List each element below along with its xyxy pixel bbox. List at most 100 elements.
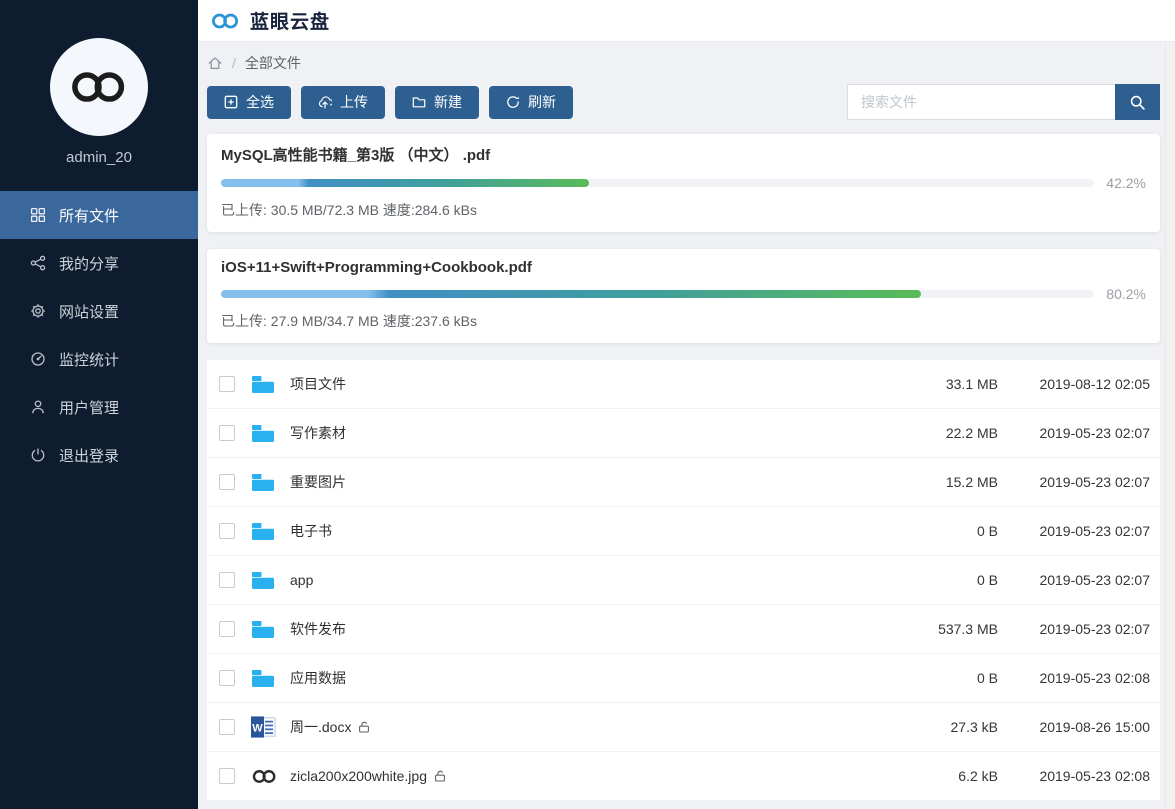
brand-rings-icon [68,69,130,105]
file-name[interactable]: 软件发布 [290,619,346,639]
sidebar: admin_20 所有文件 我的分享 网站设置 监控统计 用户管理 退出登录 [0,0,198,809]
grid-icon [30,207,46,223]
upload-button[interactable]: 上传 [301,85,385,119]
file-name[interactable]: zicla200x200white.jpg [290,768,446,784]
search-button[interactable] [1115,84,1160,120]
sidebar-item-label: 监控统计 [59,351,120,369]
cloud-upload-icon [318,96,332,109]
main-area: 蓝眼云盘 / 全部文件 全选 上传 新建 刷新 搜索文件 MySQL高性能书籍_… [198,0,1175,809]
breadcrumb: / 全部文件 [207,42,1160,84]
upload-percent: 80.2% [1106,286,1146,302]
table-row: 项目文件 33.1 MB 2019-08-12 02:05 [207,360,1160,409]
search-icon [1130,95,1145,110]
sidebar-item-site-settings[interactable]: 网站设置 [0,287,198,335]
row-checkbox[interactable] [219,523,235,539]
page-footer: English Powered by 蓝眼云盘 [207,801,1160,809]
breadcrumb-separator: / [232,55,236,71]
file-date: 2019-05-23 02:07 [1039,523,1150,539]
table-row: 应用数据 0 B 2019-05-23 02:08 [207,654,1160,703]
row-checkbox[interactable] [219,425,235,441]
file-list: 项目文件 33.1 MB 2019-08-12 02:05 写作素材 22.2 … [207,360,1160,801]
upload-status: 已上传: 30.5 MB/72.3 MB 速度:284.6 kBs [221,202,477,218]
row-checkbox[interactable] [219,621,235,637]
username: admin_20 [66,149,132,166]
select-all-button[interactable]: 全选 [207,85,291,119]
file-name[interactable]: 周一.docx [290,717,370,737]
file-size: 6.2 kB [958,768,998,784]
gauge-icon [31,352,45,366]
file-name[interactable]: 电子书 [290,521,332,541]
power-icon [31,448,45,462]
gear-icon [31,304,45,318]
file-name[interactable]: 应用数据 [290,668,346,688]
sidebar-item-label: 退出登录 [59,447,120,465]
sidebar-item-logout[interactable]: 退出登录 [0,431,198,479]
row-checkbox[interactable] [219,670,235,686]
brand-logo-icon [210,12,241,30]
upload-status: 已上传: 27.9 MB/34.7 MB 速度:237.6 kBs [221,313,477,329]
sidebar-item-label: 我的分享 [59,255,120,273]
avatar[interactable] [50,38,148,136]
upload-progress-track [221,179,1094,187]
sidebar-item-label: 网站设置 [59,303,120,321]
new-folder-button[interactable]: 新建 [395,85,479,119]
table-row: 电子书 0 B 2019-05-23 02:07 [207,507,1160,556]
scrollbar[interactable] [1165,43,1175,809]
sidebar-item-all-files[interactable]: 所有文件 [0,191,198,239]
unlock-icon [435,770,445,782]
file-name[interactable]: 重要图片 [290,472,346,492]
folder-icon [251,570,278,590]
file-size: 22.2 MB [945,425,998,441]
user-icon [32,400,44,414]
file-size: 0 B [976,670,998,686]
file-date: 2019-05-23 02:07 [1039,621,1150,637]
file-name[interactable]: app [290,572,313,588]
upload-card: MySQL高性能书籍_第3版 （中文） .pdf 42.2% 已上传: 30.5… [207,134,1160,232]
sidebar-item-monitoring[interactable]: 监控统计 [0,335,198,383]
sidebar-item-label: 用户管理 [59,399,120,417]
refresh-button[interactable]: 刷新 [489,85,573,119]
file-size: 0 B [976,523,998,539]
folder-outline-icon [412,97,426,108]
table-row: 周一.docx 27.3 kB 2019-08-26 15:00 [207,703,1160,752]
row-checkbox[interactable] [219,474,235,490]
sidebar-item-label: 所有文件 [59,207,120,225]
search-input[interactable] [847,84,1115,120]
row-checkbox[interactable] [219,376,235,392]
app-header: 蓝眼云盘 [198,0,1175,42]
file-size: 33.1 MB [945,376,998,392]
sidebar-menu: 所有文件 我的分享 网站设置 监控统计 用户管理 退出登录 [0,191,198,479]
file-name[interactable]: 写作素材 [290,423,346,443]
app-title: 蓝眼云盘 [250,12,331,33]
upload-filename: iOS+11+Swift+Programming+Cookbook.pdf [221,259,532,276]
folder-icon [251,619,278,639]
file-name[interactable]: 项目文件 [290,374,346,394]
sidebar-item-user-management[interactable]: 用户管理 [0,383,198,431]
breadcrumb-current[interactable]: 全部文件 [245,53,301,73]
table-row: 软件发布 537.3 MB 2019-05-23 02:07 [207,605,1160,654]
refresh-icon [507,96,519,108]
table-row: 重要图片 15.2 MB 2019-05-23 02:07 [207,458,1160,507]
upload-progress-track [221,290,1094,298]
file-date: 2019-05-23 02:08 [1039,670,1150,686]
file-size: 15.2 MB [945,474,998,490]
table-row: app 0 B 2019-05-23 02:07 [207,556,1160,605]
share-icon [30,255,46,271]
file-date: 2019-05-23 02:07 [1039,572,1150,588]
unlock-icon [359,721,370,733]
file-date: 2019-05-23 02:07 [1039,425,1150,441]
upload-filename: MySQL高性能书籍_第3版 （中文） .pdf [221,147,491,164]
folder-icon [251,374,278,394]
row-checkbox[interactable] [219,768,235,784]
file-date: 2019-05-23 02:07 [1039,474,1150,490]
home-icon[interactable] [207,55,223,71]
word-file-icon [251,716,278,738]
sidebar-item-my-shares[interactable]: 我的分享 [0,239,198,287]
row-checkbox[interactable] [219,572,235,588]
file-size: 27.3 kB [950,719,998,735]
folder-icon [251,423,278,443]
row-checkbox[interactable] [219,719,235,735]
table-row: zicla200x200white.jpg 6.2 kB 2019-05-23 … [207,752,1160,801]
toolbar: 全选 上传 新建 刷新 [207,84,1160,120]
upload-progress-fill [221,179,590,187]
